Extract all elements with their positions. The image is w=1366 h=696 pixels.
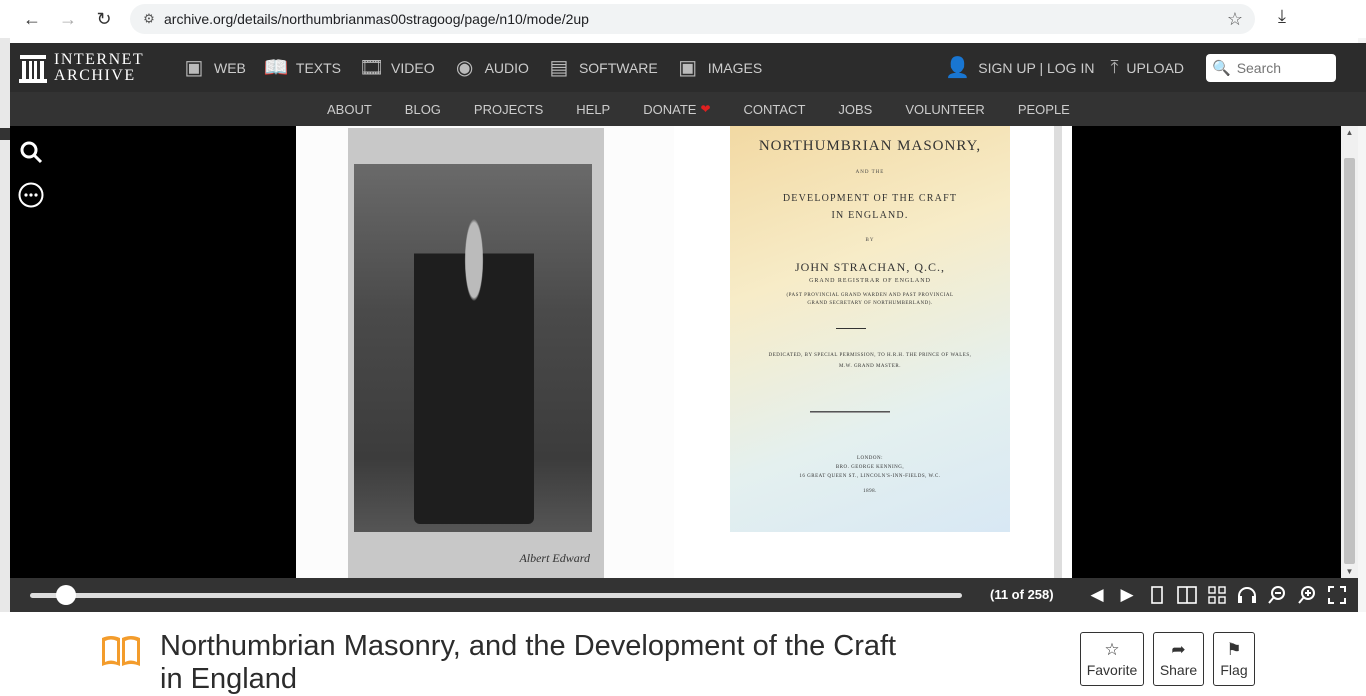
tp-and-the: AND THE (855, 170, 885, 175)
images-icon: ▣ (678, 57, 698, 79)
one-page-view-icon[interactable] (1142, 580, 1172, 610)
subnav-jobs[interactable]: JOBS (838, 102, 872, 117)
read-aloud-headphones-icon[interactable] (1232, 580, 1262, 610)
share-icon: ➦ (1171, 639, 1186, 659)
tp-by: BY (865, 238, 875, 243)
search-box[interactable]: 🔍 (1206, 53, 1336, 82)
two-page-view-icon[interactable] (1172, 580, 1202, 610)
subnav-about[interactable]: ABOUT (327, 102, 372, 117)
upload-icon: ⤒ (1110, 57, 1119, 77)
heart-icon: ❤ (700, 102, 711, 116)
tp-role: GRAND REGISTRAR OF ENGLAND (809, 278, 931, 284)
item-title: Northumbrian Masonry, and the Developmen… (160, 630, 897, 695)
subnav-volunteer[interactable]: VOLUNTEER (905, 102, 984, 117)
subnav-contact[interactable]: CONTACT (744, 102, 806, 117)
item-header: Northumbrian Masonry, and the Developmen… (0, 612, 1366, 695)
tp-imprint: LONDON: BRO. GEORGE KENNING, 16 GREAT QU… (799, 456, 941, 494)
page-count: (11 of 258) (990, 587, 1054, 602)
search-icon: 🔍 (1212, 59, 1231, 77)
browser-toolbar: ← → ↻ ⚙ archive.org/details/northumbrian… (0, 0, 1366, 38)
user-icon: 👤 (945, 57, 971, 79)
tp-title: NORTHUMBRIAN MASONRY, (758, 138, 982, 154)
texts-book-icon (100, 634, 142, 668)
scroll-down-arrow-icon[interactable]: ▼ (1341, 567, 1358, 576)
thumbnail-view-icon[interactable] (1202, 580, 1232, 610)
ia-logo[interactable]: INTERNET ARCHIVE (18, 50, 168, 84)
logo-line2: ARCHIVE (54, 66, 136, 84)
tp-rule-double (810, 411, 890, 413)
download-icon[interactable]: ⤓ (1268, 6, 1296, 32)
zoom-in-icon[interactable] (1292, 580, 1322, 610)
site-info-icon[interactable]: ⚙ (134, 11, 164, 27)
left-window-strip (0, 38, 10, 694)
zoom-out-icon[interactable] (1262, 580, 1292, 610)
audio-icon: ◉ (455, 57, 474, 79)
media-web[interactable]: ▣ WEB (182, 55, 246, 80)
tp-dedication: DEDICATED, BY SPECIAL PERMISSION, TO H.R… (768, 353, 972, 369)
subnav-blog[interactable]: BLOG (405, 102, 441, 117)
flag-button[interactable]: ⚑ Flag (1213, 632, 1255, 686)
previous-page-icon[interactable]: ◀ (1082, 580, 1112, 610)
media-nav: ▣ WEB 📖 TEXTS 🎞 VIDEO ◉ AUDIO ▤ SOFTWARE ▣ IMA… (182, 55, 780, 80)
flag-icon: ⚑ (1226, 639, 1242, 659)
upload-link[interactable]: ⤒ UPLOAD (1110, 57, 1184, 78)
right-page[interactable]: NORTHUMBRIAN MASONRY, AND THE DEVELOPMEN… (674, 126, 1062, 578)
share-button[interactable]: ➦ Share (1153, 632, 1204, 686)
media-audio[interactable]: ◉ AUDIO (453, 55, 529, 80)
more-options-icon[interactable] (18, 182, 44, 208)
left-page[interactable]: Albert Edward (296, 126, 674, 578)
url-text[interactable]: archive.org/details/northumbrianmas00str… (164, 11, 1215, 27)
scroll-up-arrow-icon[interactable]: ▲ (1341, 128, 1358, 137)
media-software[interactable]: ▤ SOFTWARE (547, 55, 657, 80)
subnav-help[interactable]: HELP (576, 102, 610, 117)
subnav-donate[interactable]: DONATE ❤ (643, 102, 710, 117)
book-reader[interactable]: Albert Edward NORTHUMBRIAN MASONRY, AND … (10, 126, 1341, 578)
texts-icon: 📖 (263, 57, 289, 79)
tp-rule (836, 328, 866, 329)
reader-nav-bar: (11 of 258) ◀ ▶ (10, 578, 1358, 612)
search-input[interactable] (1236, 59, 1327, 76)
video-icon: 🎞 (359, 57, 385, 79)
bookmark-star-icon[interactable]: ☆ (1215, 9, 1255, 30)
subnav-people[interactable]: PEOPLE (1018, 102, 1070, 117)
search-inside-icon[interactable] (18, 140, 44, 166)
tp-subtitle: DEVELOPMENT OF THE CRAFT IN ENGLAND. (782, 193, 958, 221)
ia-top-nav: INTERNET ARCHIVE ▣ WEB 📖 TEXTS 🎞 VIDEO ◉ AUD… (10, 43, 1366, 92)
star-icon: ☆ (1104, 639, 1120, 659)
signup-login-link[interactable]: 👤 SIGN UP | LOG IN (945, 55, 1094, 80)
reload-icon[interactable]: ↻ (86, 1, 122, 37)
two-page-spread[interactable]: Albert Edward NORTHUMBRIAN MASONRY, AND … (296, 126, 1072, 578)
page-slider-track[interactable] (30, 593, 962, 598)
back-arrow-icon[interactable]: ← (14, 1, 50, 37)
tp-past: (PAST PROVINCIAL GRAND WARDEN AND PAST P… (786, 293, 954, 306)
page-slider-handle[interactable] (56, 585, 77, 605)
ia-sub-nav: ABOUT BLOG PROJECTS HELP DONATE ❤ CONTACT… (10, 92, 1366, 126)
address-bar[interactable]: ⚙ archive.org/details/northumbrianmas00s… (130, 4, 1255, 34)
archive-temple-icon (18, 52, 48, 84)
title-page: NORTHUMBRIAN MASONRY, AND THE DEVELOPMEN… (730, 126, 1010, 532)
frontispiece-photo: Albert Edward (348, 128, 604, 578)
photo-signature: Albert Edward (519, 551, 590, 565)
scroll-thumb[interactable] (1344, 158, 1355, 564)
reader-scrollbar[interactable]: ▲ ▼ (1341, 126, 1358, 578)
fullscreen-icon[interactable] (1322, 580, 1352, 610)
forward-arrow-icon[interactable]: → (50, 1, 86, 37)
subnav-projects[interactable]: PROJECTS (474, 102, 543, 117)
next-page-icon[interactable]: ▶ (1112, 580, 1142, 610)
web-icon: ▣ (184, 57, 204, 79)
media-texts[interactable]: 📖 TEXTS (264, 55, 341, 80)
software-icon: ▤ (549, 57, 569, 79)
favorite-button[interactable]: ☆ Favorite (1080, 632, 1144, 686)
media-images[interactable]: ▣ IMAGES (676, 55, 762, 80)
media-video[interactable]: 🎞 VIDEO (359, 55, 435, 80)
page-scrollbar-gutter[interactable] (1358, 38, 1366, 694)
logo-line1: INTERNET (54, 50, 145, 68)
tp-author: JOHN STRACHAN, Q.C., (794, 260, 945, 274)
